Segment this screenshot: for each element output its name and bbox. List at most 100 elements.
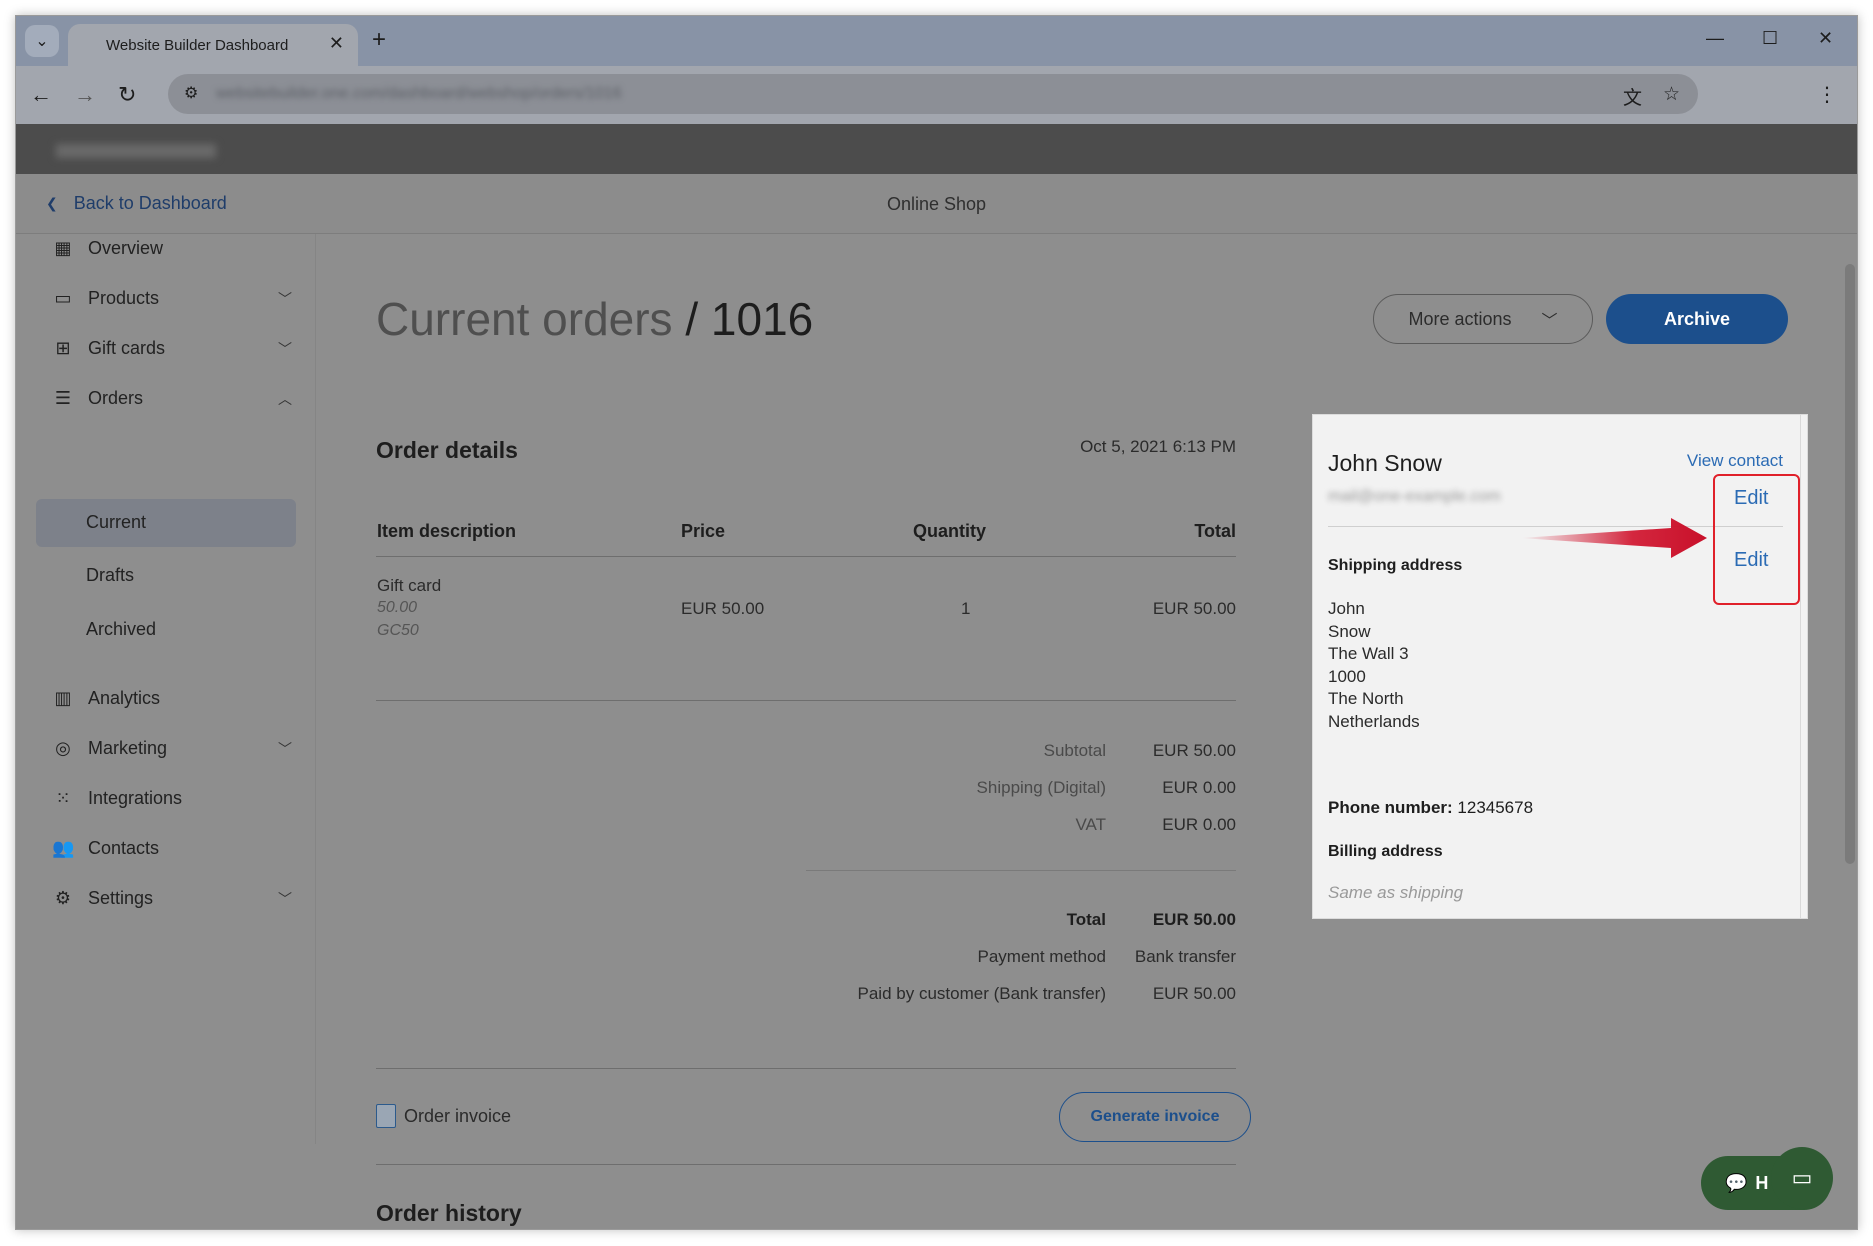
chat-icon: 💬 — [1725, 1172, 1748, 1193]
order-invoice: Order invoice — [376, 1104, 511, 1128]
target-icon: ◎ — [55, 738, 71, 758]
chevron-down-icon: ﹀ — [278, 890, 292, 907]
sidebar: ▦ Overview ▭ Products ﹀ ⊞ Gift cards ﹀ ☰… — [16, 234, 316, 1144]
order-invoice-label: Order invoice — [404, 1105, 512, 1126]
sidebar-item-integrations[interactable]: ⁙ Integrations — [52, 788, 292, 809]
sidebar-item-label: Marketing — [88, 738, 168, 758]
page-content: ▦ Overview ▭ Products ﹀ ⊞ Gift cards ﹀ ☰… — [16, 234, 1857, 1229]
more-actions-button[interactable]: More actions ﹀ — [1373, 294, 1593, 344]
messenger-launcher[interactable]: ▭ — [1771, 1147, 1833, 1209]
subtotal-label: Subtotal — [1043, 741, 1106, 760]
browser-menu-icon[interactable]: ⋮ — [1817, 82, 1837, 107]
address-bar[interactable]: ⚙ websitebuilder.one.com/dashboard/websh… — [168, 74, 1698, 114]
document-icon — [376, 1104, 396, 1128]
billing-address-value: Same as shipping — [1328, 883, 1464, 902]
address-line: Snow — [1328, 621, 1371, 641]
vat-label: VAT — [1075, 815, 1106, 834]
chevron-down-icon: ﹀ — [278, 290, 292, 307]
edit-highlight-box — [1713, 474, 1800, 605]
grid-icon: ▦ — [54, 238, 72, 258]
sidebar-item-products[interactable]: ▭ Products ﹀ — [52, 288, 292, 309]
sidebar-subitem-current[interactable]: Current — [86, 512, 146, 533]
chevron-down-icon: ﹀ — [1541, 313, 1558, 330]
table-bottom-divider — [376, 700, 1236, 701]
star-icon[interactable]: ☆ — [1663, 83, 1680, 106]
browser-tab[interactable]: Website Builder Dashboard ✕ — [68, 24, 358, 66]
summary-divider — [806, 870, 1236, 871]
more-actions-label: More actions — [1408, 308, 1512, 329]
customer-email: mail@one-example.com — [1328, 488, 1501, 505]
order-history-heading: Order history — [376, 1200, 522, 1226]
gear-icon: ⚙ — [54, 888, 72, 908]
view-contact-link[interactable]: View contact — [1687, 451, 1783, 471]
close-tab-icon[interactable]: ✕ — [329, 33, 344, 54]
tab-title: Website Builder Dashboard — [106, 37, 289, 54]
sidebar-item-label: Contacts — [88, 838, 160, 858]
translate-icon[interactable]: 文 — [1623, 83, 1642, 110]
new-tab-button[interactable]: + — [372, 26, 386, 54]
site-info-icon[interactable]: ⚙ — [184, 83, 198, 103]
bar-chart-icon: ▥ — [54, 688, 72, 708]
column-header-total: Total — [1194, 521, 1236, 541]
invoice-top-divider — [376, 1068, 1236, 1069]
page-title: Current orders / 1016 — [376, 292, 813, 346]
sidebar-item-contacts[interactable]: 👥 Contacts — [52, 838, 292, 859]
paid-by-customer-label: Paid by customer (Bank transfer) — [857, 984, 1106, 1003]
column-header-price: Price — [681, 521, 726, 541]
total-value: EUR 50.00 — [1152, 910, 1236, 929]
sidebar-item-settings[interactable]: ⚙ Settings ﹀ — [52, 888, 292, 909]
archive-button[interactable]: Archive — [1606, 294, 1788, 344]
shipping-address-label: Shipping address — [1328, 557, 1463, 574]
tab-search-button[interactable]: ⌄ — [25, 25, 59, 57]
item-total: EUR 50.00 — [1152, 599, 1236, 618]
box-icon: ▭ — [54, 288, 72, 308]
minimize-icon[interactable]: — — [1706, 28, 1724, 49]
phone-label: Phone number: — [1328, 798, 1453, 817]
phone-value: 12345678 — [1457, 798, 1534, 817]
reload-icon[interactable]: ↻ — [118, 82, 136, 108]
scroll-thumb[interactable] — [1845, 264, 1855, 864]
sidebar-item-marketing[interactable]: ◎ Marketing ﹀ — [52, 738, 292, 759]
sidebar-subitem-drafts[interactable]: Drafts — [86, 565, 134, 586]
sidebar-item-label: Gift cards — [88, 338, 166, 358]
browser-toolbar: ← → ↻ ⚙ websitebuilder.one.com/dashboard… — [16, 66, 1857, 124]
billing-address-label: Billing address — [1328, 843, 1443, 860]
url-text: websitebuilder.one.com/dashboard/webshop… — [216, 85, 622, 102]
browser-window: ⌄ Website Builder Dashboard ✕ + — ☐ ✕ ← … — [15, 15, 1858, 1230]
sidebar-item-orders[interactable]: ☰ Orders ︿ — [52, 388, 292, 409]
generate-invoice-button[interactable]: Generate invoice — [1059, 1092, 1251, 1142]
card-edge — [1800, 415, 1801, 918]
shipping-value: EUR 0.00 — [1162, 778, 1236, 797]
address-line: The Wall 3 — [1328, 644, 1409, 663]
column-header-quantity: Quantity — [913, 521, 987, 541]
sidebar-subitem-archived[interactable]: Archived — [86, 619, 156, 640]
payment-method-label: Payment method — [977, 947, 1106, 966]
annotation-arrow-icon — [1521, 518, 1707, 558]
sidebar-item-label: Settings — [88, 888, 154, 908]
sidebar-active-highlight — [36, 499, 296, 547]
chevron-down-icon: ﹀ — [278, 340, 292, 357]
column-header-item: Item description — [377, 521, 517, 541]
chevron-down-icon: ﹀ — [278, 740, 292, 757]
payment-method-value: Bank transfer — [1134, 947, 1236, 966]
back-arrow-icon[interactable]: ← — [30, 82, 52, 108]
chevron-down-icon: ⌄ — [35, 33, 49, 50]
address-line: The North — [1328, 689, 1404, 708]
close-window-icon[interactable]: ✕ — [1818, 28, 1833, 49]
sidebar-item-label: Analytics — [88, 688, 161, 708]
page-scrollbar[interactable] — [1843, 234, 1857, 1229]
item-description: Gift card — [377, 576, 442, 595]
order-details-heading: Order details — [376, 437, 518, 463]
item-code: GC50 — [377, 622, 419, 639]
order-number: 1016 — [710, 293, 814, 345]
list-icon: ☰ — [54, 388, 72, 408]
address-line: John — [1328, 599, 1365, 618]
sidebar-item-gift-cards[interactable]: ⊞ Gift cards ﹀ — [52, 338, 292, 359]
sidebar-item-analytics[interactable]: ▥ Analytics — [52, 688, 292, 709]
forward-arrow-icon[interactable]: → — [74, 82, 96, 108]
dots-grid-icon: ⁙ — [55, 788, 71, 808]
address-line: 1000 — [1328, 666, 1366, 686]
maximize-icon[interactable]: ☐ — [1762, 28, 1778, 49]
total-label: Total — [1066, 910, 1106, 929]
sidebar-item-overview[interactable]: ▦ Overview — [52, 238, 292, 259]
